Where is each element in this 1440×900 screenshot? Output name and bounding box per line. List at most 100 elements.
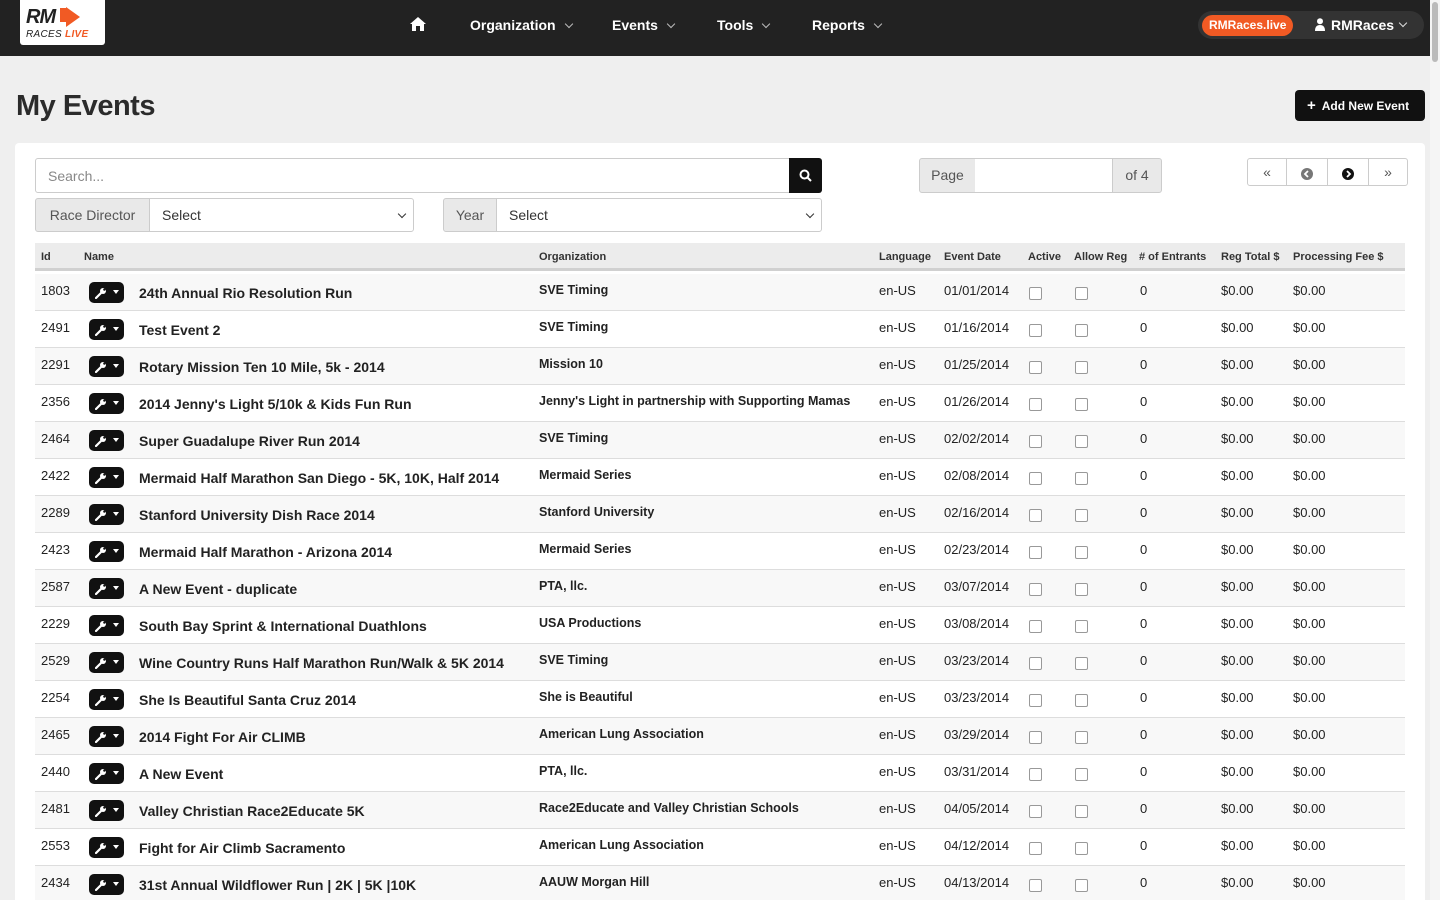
table-row[interactable]: 2529 Wine Country Runs Half Marathon Run/…	[35, 644, 1405, 681]
allow-reg-checkbox[interactable]	[1075, 768, 1088, 781]
search-button[interactable]	[789, 158, 822, 193]
event-name-link[interactable]: A New Event	[139, 766, 223, 782]
allow-reg-checkbox[interactable]	[1075, 620, 1088, 633]
nav-organization[interactable]: Organization	[470, 17, 573, 33]
event-actions-button[interactable]	[89, 874, 124, 895]
table-row[interactable]: 2229 South Bay Sprint & International Dua…	[35, 607, 1405, 644]
col-processing-fee[interactable]: Processing Fee $	[1293, 251, 1384, 263]
active-checkbox[interactable]	[1029, 361, 1042, 374]
event-actions-button[interactable]	[89, 504, 124, 525]
allow-reg-checkbox[interactable]	[1075, 435, 1088, 448]
active-checkbox[interactable]	[1029, 731, 1042, 744]
nav-events[interactable]: Events	[612, 17, 676, 33]
col-active[interactable]: Active	[1028, 251, 1061, 263]
event-name-link[interactable]: Stanford University Dish Race 2014	[139, 507, 375, 523]
event-name-link[interactable]: Test Event 2	[139, 322, 220, 338]
page-number-input[interactable]	[975, 158, 1113, 193]
event-actions-button[interactable]	[89, 356, 124, 377]
active-checkbox[interactable]	[1029, 879, 1042, 892]
table-row[interactable]: 2465 2014 Fight For Air CLIMB American Lun…	[35, 718, 1405, 755]
event-actions-button[interactable]	[89, 467, 124, 488]
active-checkbox[interactable]	[1029, 398, 1042, 411]
last-page-button[interactable]: »	[1368, 158, 1408, 186]
allow-reg-checkbox[interactable]	[1075, 583, 1088, 596]
event-actions-button[interactable]	[89, 689, 124, 710]
col-allow-reg[interactable]: Allow Reg	[1074, 251, 1127, 263]
col-event-date[interactable]: Event Date	[944, 251, 1001, 263]
live-site-badge[interactable]: RMRaces.live	[1202, 15, 1294, 36]
page-scrollbar[interactable]	[1430, 0, 1440, 900]
allow-reg-checkbox[interactable]	[1075, 546, 1088, 559]
active-checkbox[interactable]	[1029, 768, 1042, 781]
table-row[interactable]: 1803 24th Annual Rio Resolution Run SVE Ti…	[35, 274, 1405, 311]
allow-reg-checkbox[interactable]	[1075, 694, 1088, 707]
event-actions-button[interactable]	[89, 282, 124, 303]
event-actions-button[interactable]	[89, 393, 124, 414]
event-name-link[interactable]: Fight for Air Climb Sacramento	[139, 840, 345, 856]
active-checkbox[interactable]	[1029, 435, 1042, 448]
nav-tools[interactable]: Tools	[717, 17, 771, 33]
event-name-link[interactable]: 31st Annual Wildflower Run | 2K | 5K |10…	[139, 877, 416, 893]
event-name-link[interactable]: Super Guadalupe River Run 2014	[139, 433, 360, 449]
table-row[interactable]: 2422 Mermaid Half Marathon San Diego - 5K…	[35, 459, 1405, 496]
allow-reg-checkbox[interactable]	[1075, 324, 1088, 337]
table-row[interactable]: 2464 Super Guadalupe River Run 2014 SVE Ti…	[35, 422, 1405, 459]
event-actions-button[interactable]	[89, 578, 124, 599]
allow-reg-checkbox[interactable]	[1075, 472, 1088, 485]
table-row[interactable]: 2254 She Is Beautiful Santa Cruz 2014 She …	[35, 681, 1405, 718]
scrollbar-thumb[interactable]	[1432, 2, 1438, 62]
event-name-link[interactable]: 24th Annual Rio Resolution Run	[139, 285, 352, 301]
event-name-link[interactable]: 2014 Jenny's Light 5/10k & Kids Fun Run	[139, 396, 412, 412]
table-row[interactable]: 2434 31st Annual Wildflower Run | 2K | 5K…	[35, 866, 1405, 900]
event-actions-button[interactable]	[89, 763, 124, 784]
col-language[interactable]: Language	[879, 251, 931, 263]
user-menu[interactable]: RMRaces.live RMRaces	[1198, 11, 1424, 39]
active-checkbox[interactable]	[1029, 324, 1042, 337]
event-actions-button[interactable]	[89, 652, 124, 673]
prev-page-button[interactable]	[1286, 158, 1328, 186]
add-new-event-button[interactable]: + Add New Event	[1295, 90, 1425, 121]
table-row[interactable]: 2291 Rotary Mission Ten 10 Mile, 5k - 201…	[35, 348, 1405, 385]
table-row[interactable]: 2587 A New Event - duplicate PTA, llc. en-U…	[35, 570, 1405, 607]
event-actions-button[interactable]	[89, 615, 124, 636]
first-page-button[interactable]: «	[1247, 158, 1287, 186]
table-row[interactable]: 2481 Valley Christian Race2Educate 5K Race…	[35, 792, 1405, 829]
col-id[interactable]: Id	[41, 251, 51, 263]
active-checkbox[interactable]	[1029, 472, 1042, 485]
allow-reg-checkbox[interactable]	[1075, 731, 1088, 744]
table-row[interactable]: 2491 Test Event 2 SVE Timing en-US 01/16/201…	[35, 311, 1405, 348]
allow-reg-checkbox[interactable]	[1075, 657, 1088, 670]
event-actions-button[interactable]	[89, 319, 124, 340]
event-name-link[interactable]: She Is Beautiful Santa Cruz 2014	[139, 692, 356, 708]
table-row[interactable]: 2356 2014 Jenny's Light 5/10k & Kids Fun …	[35, 385, 1405, 422]
event-name-link[interactable]: Wine Country Runs Half Marathon Run/Walk…	[139, 655, 504, 671]
table-row[interactable]: 2553 Fight for Air Climb Sacramento Americ…	[35, 829, 1405, 866]
allow-reg-checkbox[interactable]	[1075, 398, 1088, 411]
allow-reg-checkbox[interactable]	[1075, 287, 1088, 300]
event-name-link[interactable]: A New Event - duplicate	[139, 581, 297, 597]
allow-reg-checkbox[interactable]	[1075, 842, 1088, 855]
col-entrants[interactable]: # of Entrants	[1139, 251, 1206, 263]
table-row[interactable]: 2440 A New Event PTA, llc. en-US 03/31/2014 0…	[35, 755, 1405, 792]
event-name-link[interactable]: Mermaid Half Marathon San Diego - 5K, 10…	[139, 470, 499, 486]
brand-logo[interactable]: RM RACES LIVE	[20, 0, 105, 45]
allow-reg-checkbox[interactable]	[1075, 361, 1088, 374]
home-icon[interactable]	[409, 16, 427, 32]
event-actions-button[interactable]	[89, 430, 124, 451]
allow-reg-checkbox[interactable]	[1075, 879, 1088, 892]
active-checkbox[interactable]	[1029, 620, 1042, 633]
event-actions-button[interactable]	[89, 837, 124, 858]
event-actions-button[interactable]	[89, 800, 124, 821]
race-director-select[interactable]: Select	[149, 198, 414, 232]
event-actions-button[interactable]	[89, 726, 124, 747]
active-checkbox[interactable]	[1029, 287, 1042, 300]
event-name-link[interactable]: Valley Christian Race2Educate 5K	[139, 803, 365, 819]
nav-reports[interactable]: Reports	[812, 17, 883, 33]
table-row[interactable]: 2289 Stanford University Dish Race 2014 St…	[35, 496, 1405, 533]
event-name-link[interactable]: South Bay Sprint & International Duathlo…	[139, 618, 427, 634]
allow-reg-checkbox[interactable]	[1075, 805, 1088, 818]
table-row[interactable]: 2423 Mermaid Half Marathon - Arizona 2014…	[35, 533, 1405, 570]
active-checkbox[interactable]	[1029, 805, 1042, 818]
col-name[interactable]: Name	[84, 251, 114, 263]
active-checkbox[interactable]	[1029, 694, 1042, 707]
